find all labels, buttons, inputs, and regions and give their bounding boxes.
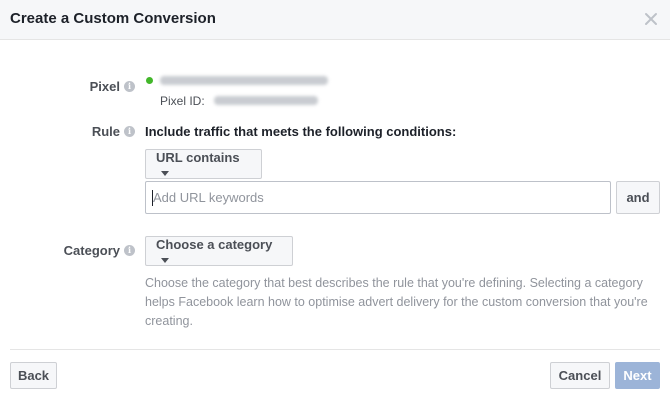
pixel-status-dot xyxy=(146,77,153,84)
rule-label: Rule xyxy=(91,124,120,139)
cancel-button[interactable]: Cancel xyxy=(550,362,610,389)
url-condition-dropdown[interactable]: URL contains xyxy=(145,149,262,179)
pixel-label: Pixel xyxy=(89,79,120,94)
pixel-name-redacted xyxy=(160,76,328,85)
info-icon[interactable]: i xyxy=(124,245,135,256)
pixel-id-redacted xyxy=(214,96,318,105)
close-button[interactable] xyxy=(642,10,660,28)
close-icon xyxy=(645,13,657,25)
caret-down-icon xyxy=(161,258,169,264)
rule-heading: Include traffic that meets the following… xyxy=(145,124,457,139)
dialog-title: Create a Custom Conversion xyxy=(10,10,216,27)
category-dropdown[interactable]: Choose a category xyxy=(145,236,293,266)
category-label: Category xyxy=(63,243,120,258)
footer-divider xyxy=(10,349,660,350)
caret-down-icon xyxy=(161,171,169,177)
text-cursor xyxy=(152,190,153,206)
next-button[interactable]: Next xyxy=(615,362,660,389)
info-icon[interactable]: i xyxy=(124,81,135,92)
category-help-text: Choose the category that best describes … xyxy=(145,276,648,328)
pixel-id-label: Pixel ID: xyxy=(160,94,205,108)
url-keywords-input[interactable] xyxy=(145,181,611,214)
dialog-header: Create a Custom Conversion xyxy=(0,0,670,40)
info-icon[interactable]: i xyxy=(124,126,135,137)
back-button[interactable]: Back xyxy=(10,362,57,389)
and-button[interactable]: and xyxy=(616,181,660,214)
url-condition-label: URL contains xyxy=(156,150,240,165)
category-dropdown-label: Choose a category xyxy=(156,237,273,252)
